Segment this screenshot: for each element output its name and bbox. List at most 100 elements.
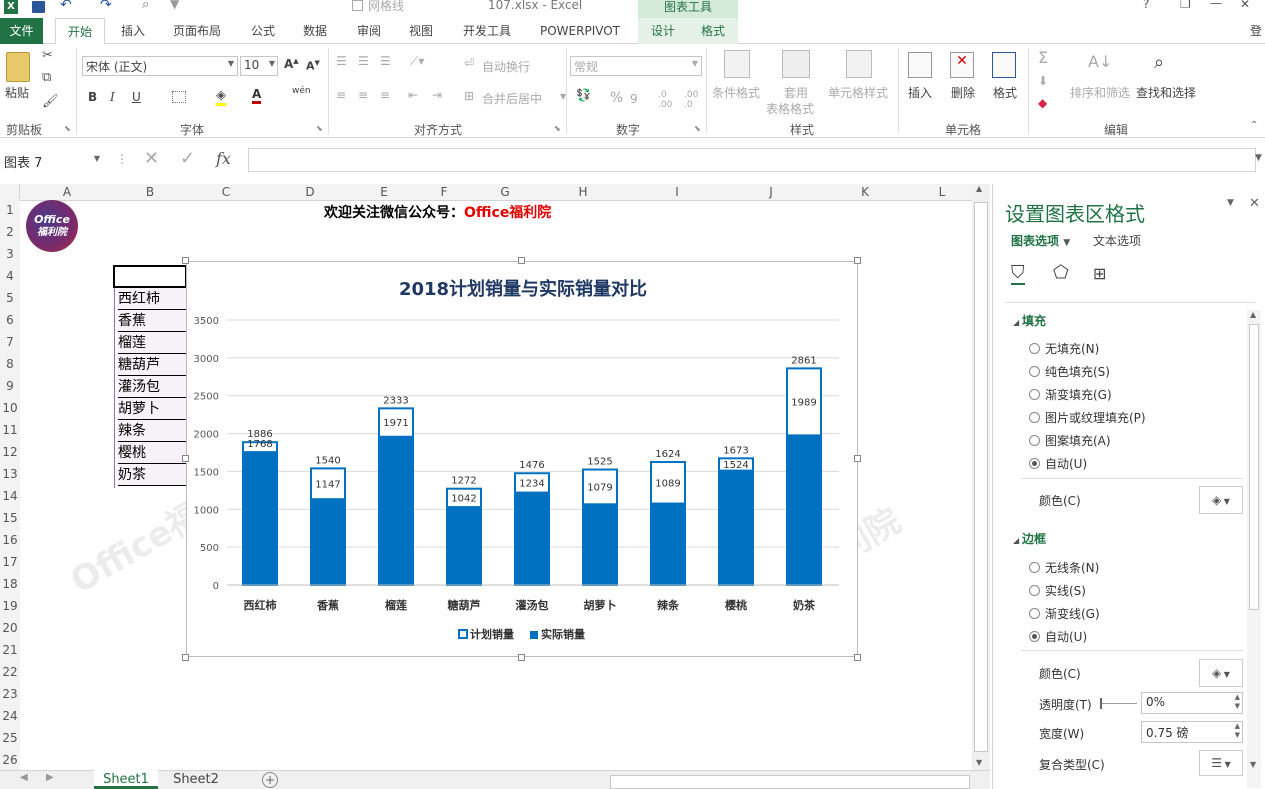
insert-cells-button[interactable]: 插入 [908,84,932,101]
font-size-select[interactable]: 10 ▼ [240,56,278,76]
chart-handle[interactable] [854,257,861,264]
row-header[interactable]: 17 [0,551,20,573]
row-header[interactable]: 4 [0,265,20,287]
item-cell[interactable]: 西红柿 [118,288,187,310]
align-center-icon[interactable]: ≡ [358,88,368,102]
comma-style-button[interactable]: 9 [630,92,638,106]
font-color-icon[interactable]: A [252,88,262,104]
name-box[interactable]: 图表 7 ▼ [0,148,104,172]
scroll-down-icon[interactable]: ▼ [976,758,982,767]
border-section-header[interactable]: ◢ 边框 [1013,530,1046,547]
row-header[interactable]: 3 [0,243,20,265]
increase-indent-icon[interactable]: ⇥ [432,88,442,102]
cell-styles-button[interactable]: 单元格样式 [828,84,888,101]
redo-icon[interactable]: ↷ [100,0,112,13]
vertical-scrollbar[interactable]: ▲ ▼ [972,184,990,770]
scroll-up-icon[interactable]: ▲ [976,184,982,193]
item-cell[interactable]: 辣条 [118,420,187,442]
row-header[interactable]: 25 [0,727,20,749]
horizontal-scrollbar[interactable] [610,775,970,789]
column-header[interactable]: J [724,184,818,201]
chart-handle[interactable] [854,455,861,462]
column-header[interactable]: C [186,184,266,201]
radio-button[interactable] [1029,585,1040,596]
row-header[interactable]: 24 [0,705,20,727]
effects-icon[interactable]: ⬠ [1053,262,1069,283]
currency-icon[interactable]: 💱 [576,88,591,102]
fill-color-icon[interactable]: ◈ [216,88,226,106]
tab-view[interactable]: 视图 [398,18,444,44]
row-header[interactable]: 5 [0,287,20,309]
sheet-prev-icon[interactable]: ◀ [20,772,28,783]
item-cell[interactable]: 糖葫芦 [118,354,187,376]
radio-option[interactable]: 自动(U) [1029,455,1239,473]
radio-button[interactable] [1029,366,1040,377]
size-properties-icon[interactable]: ⊞ [1093,264,1106,283]
column-header[interactable]: H [536,184,630,201]
pane-scrollbar[interactable]: ▲ ▼ [1247,310,1261,788]
tab-insert[interactable]: 插入 [110,18,156,44]
spinner-icon[interactable]: ▲ ▼ [1235,722,1240,740]
row-header[interactable]: 11 [0,419,20,441]
column-header[interactable]: E [354,184,414,201]
spinner-icon[interactable]: ▲ ▼ [1235,693,1240,711]
chart-handle[interactable] [182,654,189,661]
sort-filter-icon[interactable]: A↓ [1088,52,1112,71]
item-cell[interactable]: 榴莲 [118,332,187,354]
conditional-format-icon[interactable] [724,50,750,78]
radio-button[interactable] [1029,458,1040,469]
radio-option[interactable]: 图片或纹理填充(P) [1029,409,1239,427]
delete-cells-button[interactable]: 删除 [951,84,975,101]
column-header[interactable]: L [912,184,972,201]
row-header[interactable]: 7 [0,331,20,353]
transparency-input[interactable]: 0% ▲ ▼ [1141,692,1243,714]
merge-center-icon[interactable]: ⊞ [464,89,474,103]
row-header[interactable]: 23 [0,683,20,705]
item-cell[interactable]: 樱桃 [118,442,187,464]
radio-option[interactable]: 纯色填充(S) [1029,363,1239,381]
radio-option[interactable]: 渐变线(G) [1029,605,1239,623]
row-header[interactable]: 8 [0,353,20,375]
format-cells-icon[interactable] [992,52,1016,78]
conditional-format-button[interactable]: 条件格式 [712,84,760,101]
tab-powerpivot[interactable]: POWERPIVOT [530,18,630,44]
pane-close-icon[interactable]: ✕ [1249,196,1260,211]
row-header[interactable]: 15 [0,507,20,529]
row-header[interactable]: 22 [0,661,20,683]
clipboard-launcher-icon[interactable]: ⬊ [64,124,71,133]
active-cell-b4[interactable] [113,265,187,288]
clear-icon[interactable]: ◆ [1038,96,1047,110]
delete-cells-icon[interactable]: ✕ [950,52,974,78]
fill-down-icon[interactable]: ⬇ [1038,74,1048,88]
row-header[interactable]: 9 [0,375,20,397]
item-cell[interactable]: 灌汤包 [118,376,187,398]
align-bottom-icon[interactable]: ☰ [380,54,391,68]
paste-button[interactable]: 粘贴 [5,84,29,101]
row-header[interactable]: 20 [0,617,20,639]
shrink-font-icon[interactable]: A▼ [306,59,320,73]
orientation-icon[interactable]: ⟋▾ [410,54,424,69]
minimize-icon[interactable]: — [1210,0,1222,10]
sheet-tab-sheet2[interactable]: Sheet2 [164,770,228,789]
italic-button[interactable]: I [110,90,115,104]
tab-home[interactable]: 开始 [55,18,105,44]
row-header[interactable]: 1 [0,199,20,221]
increase-decimal-icon[interactable]: .0.00 [658,90,672,110]
radio-option[interactable]: 渐变填充(G) [1029,386,1239,404]
underline-button[interactable]: U [132,90,141,104]
column-header[interactable]: A [20,184,114,201]
radio-button[interactable] [1029,435,1040,446]
find-select-button[interactable]: 查找和选择 [1136,84,1196,101]
tab-data[interactable]: 数据 [292,18,338,44]
phonetic-icon[interactable]: wén [292,86,311,96]
cancel-icon[interactable]: ✕ [144,148,159,169]
expand-formula-icon[interactable]: ▼ [1255,153,1262,163]
align-middle-icon[interactable]: ☰ [358,54,369,68]
insert-cells-icon[interactable] [908,52,932,78]
tab-format[interactable]: 格式 [688,18,738,44]
pane-scroll-up-icon[interactable]: ▲ [1250,310,1256,319]
row-header[interactable]: 12 [0,441,20,463]
chart-handle[interactable] [518,654,525,661]
column-header[interactable]: D [266,184,354,201]
row-header[interactable]: 16 [0,529,20,551]
